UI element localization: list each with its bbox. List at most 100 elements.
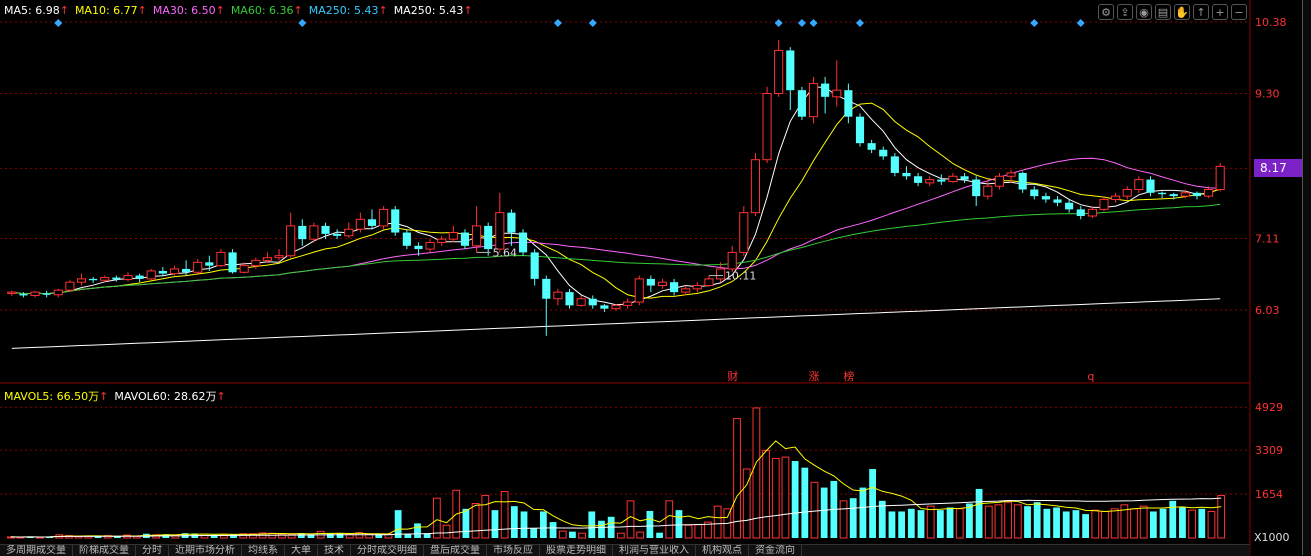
candle-down	[1146, 179, 1155, 193]
candle-up	[251, 259, 261, 267]
volume-bar-up	[500, 491, 509, 539]
volume-bar-down	[1024, 506, 1031, 538]
tab-0[interactable]: 多周期成交量	[0, 545, 73, 556]
volume-bar-down	[791, 461, 799, 538]
volume-bar-up	[616, 532, 625, 539]
volume-bar-up	[762, 449, 770, 539]
tab-9[interactable]: 市场反应	[487, 545, 540, 556]
tab-4[interactable]: 均线系	[242, 545, 285, 556]
annotation-label: 5.64	[493, 246, 517, 259]
candle-down	[542, 278, 551, 299]
volume-bar-up	[1091, 509, 1100, 539]
candle-up	[65, 281, 75, 291]
volume-bar-down	[656, 532, 663, 538]
candle-up	[611, 304, 621, 310]
candle-down	[530, 252, 539, 279]
volume-bar-down	[414, 523, 421, 538]
tab-11[interactable]: 利润与营业收入	[613, 545, 696, 556]
candle-down	[42, 293, 51, 295]
tab-2[interactable]: 分时	[136, 545, 169, 556]
candle-down	[972, 179, 981, 197]
price-tick-label: 9.30	[1255, 88, 1280, 101]
candle-up	[762, 93, 772, 161]
tab-5[interactable]: 大单	[285, 545, 318, 556]
candle-down	[1053, 199, 1062, 203]
volume-bar-up	[694, 524, 703, 539]
volume-bar-up	[1188, 509, 1196, 539]
candle-down	[518, 232, 528, 253]
volume-bar-up	[1130, 508, 1138, 539]
candle-down	[821, 83, 830, 97]
candle-up	[657, 281, 668, 287]
event-diamond-marker	[588, 19, 597, 27]
candle-down	[460, 232, 470, 246]
candle-up	[692, 285, 702, 290]
candle-up	[76, 278, 87, 283]
candle-down	[855, 116, 865, 144]
candle-up	[716, 268, 726, 280]
candle-up	[100, 277, 110, 281]
candle-down	[902, 172, 911, 177]
tab-3[interactable]: 近期市场分析	[169, 545, 242, 556]
volume-bar-up	[1004, 501, 1013, 539]
tab-13[interactable]: 资金流向	[749, 545, 802, 556]
volume-bar-down	[1179, 507, 1186, 538]
event-text-marker: 榜	[843, 369, 854, 383]
event-diamond-marker	[298, 19, 307, 27]
candle-up	[1122, 189, 1132, 197]
candle-down	[937, 179, 946, 182]
volume-tick-label: 3309	[1255, 444, 1283, 457]
candle-down	[797, 90, 806, 117]
tab-12[interactable]: 机构观点	[696, 545, 749, 556]
candle-down	[844, 90, 853, 117]
event-diamond-marker	[809, 19, 818, 27]
volume-bar-down	[820, 487, 828, 538]
price-tick-label: 6.03	[1255, 304, 1280, 317]
candle-up	[7, 291, 17, 294]
candle-up	[437, 238, 447, 243]
tab-10[interactable]: 股票走势明细	[540, 545, 613, 556]
candle-up	[623, 301, 633, 306]
candle-down	[484, 225, 493, 250]
volume-bar-down	[801, 467, 809, 538]
candle-up	[123, 275, 133, 281]
volume-bar-up	[1110, 508, 1119, 539]
event-diamond-marker	[774, 19, 783, 27]
candle-down	[19, 294, 28, 296]
tab-6[interactable]: 技术	[318, 545, 351, 556]
volume-bar-down	[888, 511, 896, 538]
event-diamond-marker	[856, 19, 864, 27]
candle-up	[727, 251, 737, 270]
candle-up	[262, 257, 272, 261]
ma30-line	[11, 157, 1221, 295]
volume-bar-up	[636, 531, 645, 539]
candle-down	[333, 233, 342, 236]
candle-up	[1134, 179, 1144, 191]
candle-down	[321, 225, 330, 234]
volume-bar-up	[1139, 505, 1148, 539]
price-tick-label: 10.38	[1255, 16, 1287, 29]
candle-down	[646, 278, 655, 286]
tab-8[interactable]: 盘后成交量	[424, 545, 487, 556]
candle-down	[1041, 196, 1050, 200]
tab-1[interactable]: 阶梯成交量	[73, 545, 136, 556]
volume-bar-down	[462, 508, 470, 538]
candle-up	[1180, 192, 1190, 197]
volume-bar-down	[946, 507, 954, 538]
candle-up	[994, 175, 1004, 187]
volume-bar-down	[569, 531, 576, 538]
candle-up	[425, 241, 435, 250]
bottom-tab-bar: 多周期成交量 阶梯成交量 分时 近期市场分析 均线系 大单 技术 分时成交明细 盘后成交量 市场反…	[0, 544, 1250, 556]
annotation-label: 10.11	[725, 270, 757, 283]
volume-bar-up	[442, 524, 451, 539]
volume-bar-down	[975, 488, 983, 538]
candle-up	[1099, 198, 1109, 210]
candle-down	[588, 298, 597, 306]
candle-down	[1076, 209, 1085, 216]
tab-7[interactable]: 分时成交明细	[351, 545, 424, 556]
legend-mavol5: MAVOL5: 66.50万	[4, 390, 100, 403]
candle-down	[228, 252, 237, 273]
volume-bar-up	[684, 524, 693, 539]
volume-bar-down	[336, 533, 344, 538]
candle-down	[182, 268, 191, 273]
